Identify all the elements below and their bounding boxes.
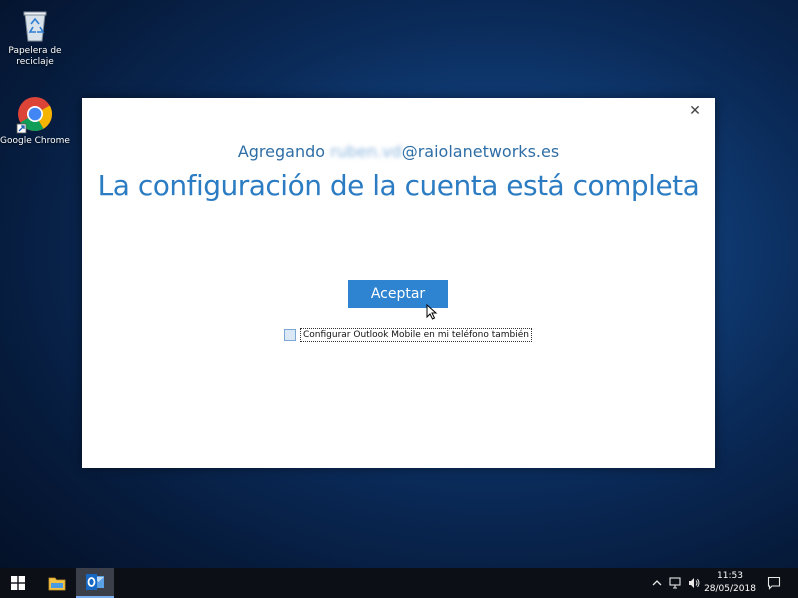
clock-date: 28/05/2018 [704,584,756,594]
taskbar-file-explorer[interactable] [38,568,76,598]
subtitle-prefix: Agregando [237,142,331,161]
desktop-icon-label: Google Chrome [0,136,70,146]
start-icon [11,576,25,590]
file-explorer-icon [48,577,66,591]
desktop-icon-google-chrome[interactable]: Google Chrome [0,94,71,147]
taskbar-outlook[interactable] [76,568,114,598]
adding-account-subtitle: Agregando ruben.vd@raiolanetworks.es [82,142,715,161]
subtitle-blurred-username: ruben.vd [330,142,402,161]
action-center-icon[interactable] [767,576,781,590]
desktop-icon-label: Papelera de reciclaje [8,46,62,67]
account-setup-dialog: ✕ Agregando ruben.vd@raiolanetworks.es L… [82,98,715,468]
system-clock[interactable]: 11:53 28/05/2018 [704,570,756,596]
outlook-icon [86,574,104,590]
desktop-icon-recycle-bin[interactable]: Papelera de reciclaje [0,4,71,68]
network-icon[interactable] [668,576,682,590]
recycle-bin-icon [15,4,55,44]
outlook-mobile-checkbox[interactable] [284,329,296,341]
dialog-title: La configuración de la cuenta está compl… [97,169,700,202]
clock-time: 11:53 [717,571,743,581]
close-icon[interactable]: ✕ [687,103,703,119]
chevron-up-icon[interactable] [650,576,664,590]
mouse-pointer-icon [426,303,438,320]
start-button[interactable] [0,568,36,598]
outlook-mobile-checkbox-label[interactable]: Configurar Outlook Mobile en mi teléfono… [300,328,532,342]
taskbar: 11:53 28/05/2018 [0,568,798,598]
outlook-mobile-option[interactable]: Configurar Outlook Mobile en mi teléfono… [284,328,532,342]
subtitle-domain: @raiolanetworks.es [401,142,560,161]
chrome-icon [15,94,55,134]
volume-icon[interactable] [687,576,701,590]
